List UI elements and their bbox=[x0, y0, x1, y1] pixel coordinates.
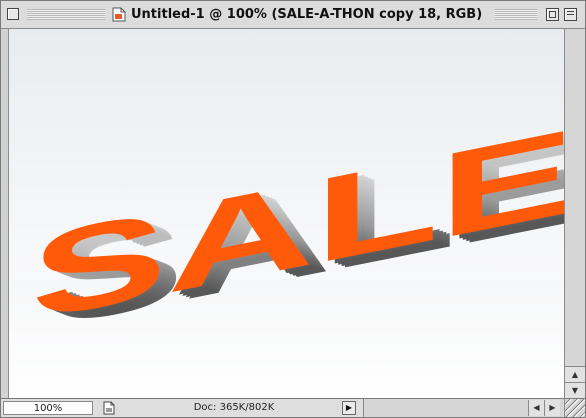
close-box-icon[interactable] bbox=[7, 8, 19, 20]
zoom-box-icon[interactable] bbox=[546, 8, 559, 21]
status-bar: 100% Doc: 365K/802K ▶ ◀ ▶ bbox=[1, 398, 585, 417]
title-bar[interactable]: Untitled-1 @ 100% (SALE-A-THON copy 18, … bbox=[1, 1, 585, 29]
collapse-box-icon[interactable] bbox=[564, 8, 577, 21]
arrow-left-icon[interactable]: ◀ bbox=[528, 400, 544, 416]
document-icon bbox=[112, 7, 126, 22]
title-bar-stripes-right bbox=[495, 9, 537, 20]
resize-grip-icon[interactable] bbox=[564, 399, 585, 417]
artwork: SALE-A-THON SALE-A-THON SALE-A-THON SALE… bbox=[9, 29, 564, 398]
arrow-down-icon[interactable]: ▼ bbox=[565, 382, 585, 398]
arrow-right-icon[interactable]: ▶ bbox=[544, 400, 560, 416]
triangle-right-icon[interactable]: ▶ bbox=[342, 401, 356, 415]
window-title: Untitled-1 @ 100% (SALE-A-THON copy 18, … bbox=[131, 6, 487, 23]
canvas-left-frame bbox=[1, 29, 9, 398]
vertical-scrollbar[interactable]: ▲ ▼ bbox=[564, 29, 585, 398]
document-size-info: Doc: 365K/802K bbox=[193, 402, 275, 413]
zoom-level-field[interactable]: 100% bbox=[3, 401, 93, 415]
arrow-up-icon[interactable]: ▲ bbox=[565, 366, 585, 382]
document-window: Untitled-1 @ 100% (SALE-A-THON copy 18, … bbox=[0, 0, 586, 418]
title-bar-stripes-left bbox=[27, 9, 105, 20]
file-info-icon[interactable] bbox=[102, 401, 116, 415]
image-canvas[interactable]: SALE-A-THON SALE-A-THON SALE-A-THON SALE… bbox=[9, 29, 564, 398]
horizontal-scrollbar[interactable]: ◀ ▶ bbox=[363, 399, 563, 417]
